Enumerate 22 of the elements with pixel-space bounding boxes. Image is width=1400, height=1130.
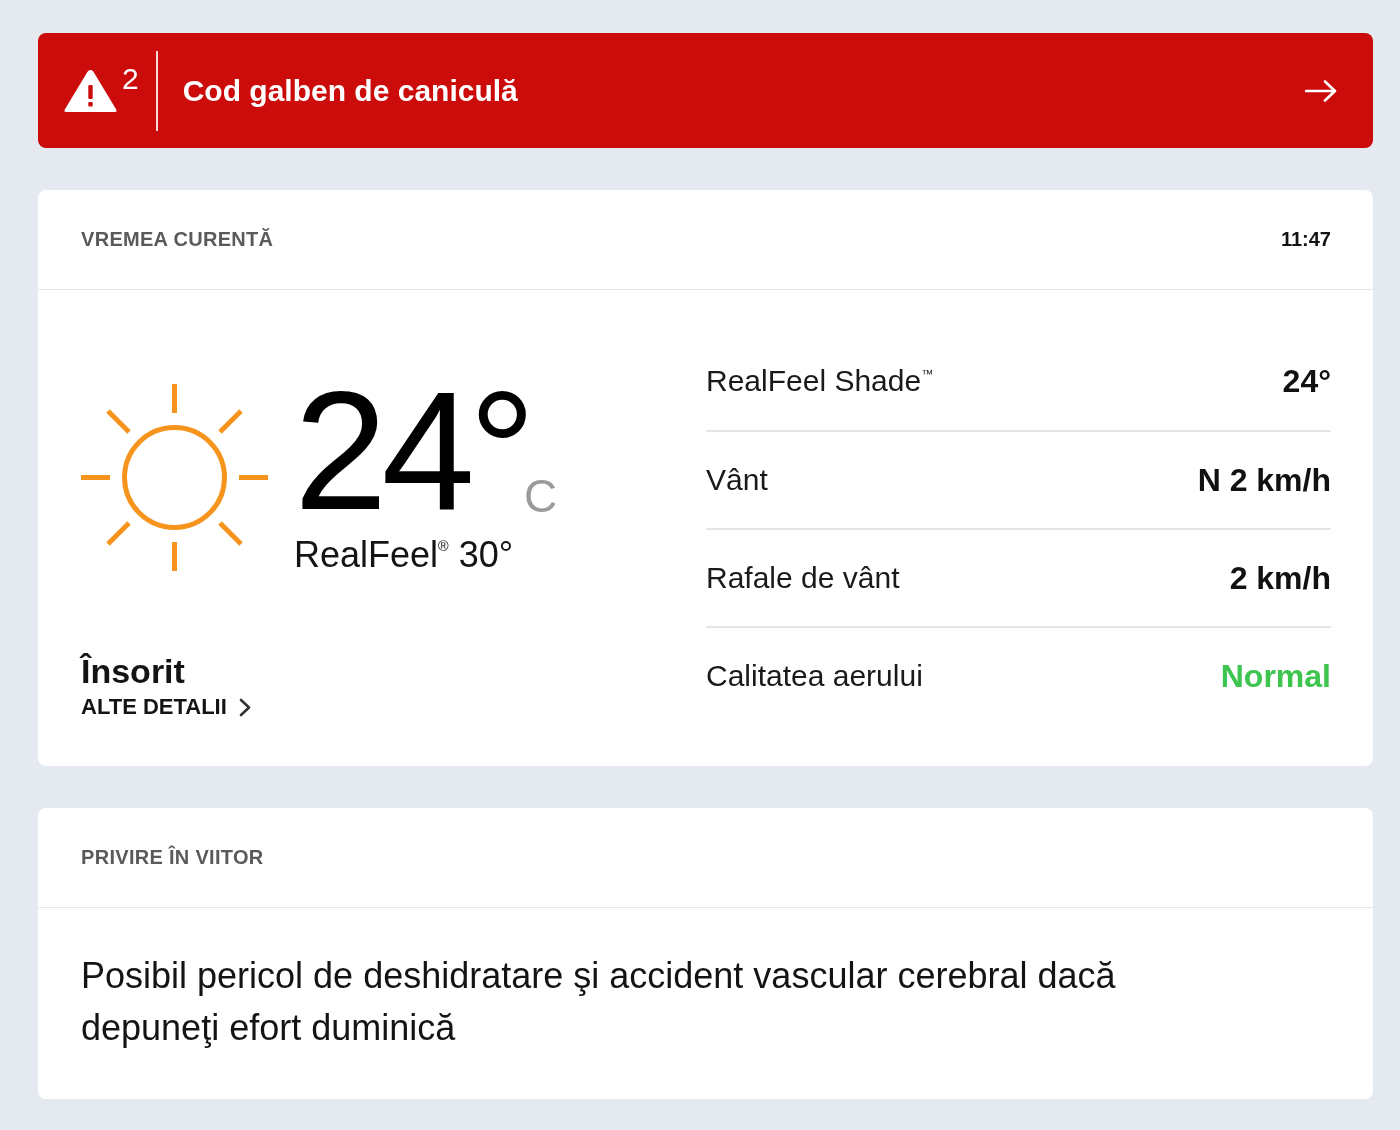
detail-value: Normal (1220, 657, 1331, 695)
sun-icon (81, 383, 268, 571)
detail-value: N 2 km/h (1197, 461, 1331, 499)
detail-label: RealFeel Shade$^{™}$ (706, 364, 934, 398)
more-details-link[interactable]: ALTE DETALII (81, 694, 251, 720)
weather-condition: Însorit (81, 652, 185, 690)
detail-value: 2 km/h (1229, 559, 1331, 597)
warning-icon (63, 67, 118, 114)
realfeel-temperature: RealFeel$^{®}$ 30° (294, 535, 514, 576)
card-heading: VREMEA CURENTĂ (81, 228, 274, 251)
detail-label: Rafale de vânt (706, 561, 900, 595)
card-heading: PRIVIRE ÎN VIITOR (81, 846, 264, 869)
observation-time: 11:47 (1280, 228, 1331, 251)
alert-title: Cod galben de caniculă (182, 73, 519, 108)
outlook-text: Posibil pericol de deshidratare şi accident vascular cerebral dacă depuneţi efort duminică (81, 954, 1117, 1050)
alert-banner[interactable]: 2 Cod galben de caniculă (38, 33, 1373, 148)
alert-count: 2 (122, 64, 139, 94)
detail-value: 24° (1282, 362, 1331, 400)
chevron-right-icon (238, 697, 251, 717)
detail-label: Calitatea aerului (706, 659, 923, 693)
arrow-right-icon (1305, 79, 1337, 102)
detail-label: Vânt (706, 463, 768, 497)
